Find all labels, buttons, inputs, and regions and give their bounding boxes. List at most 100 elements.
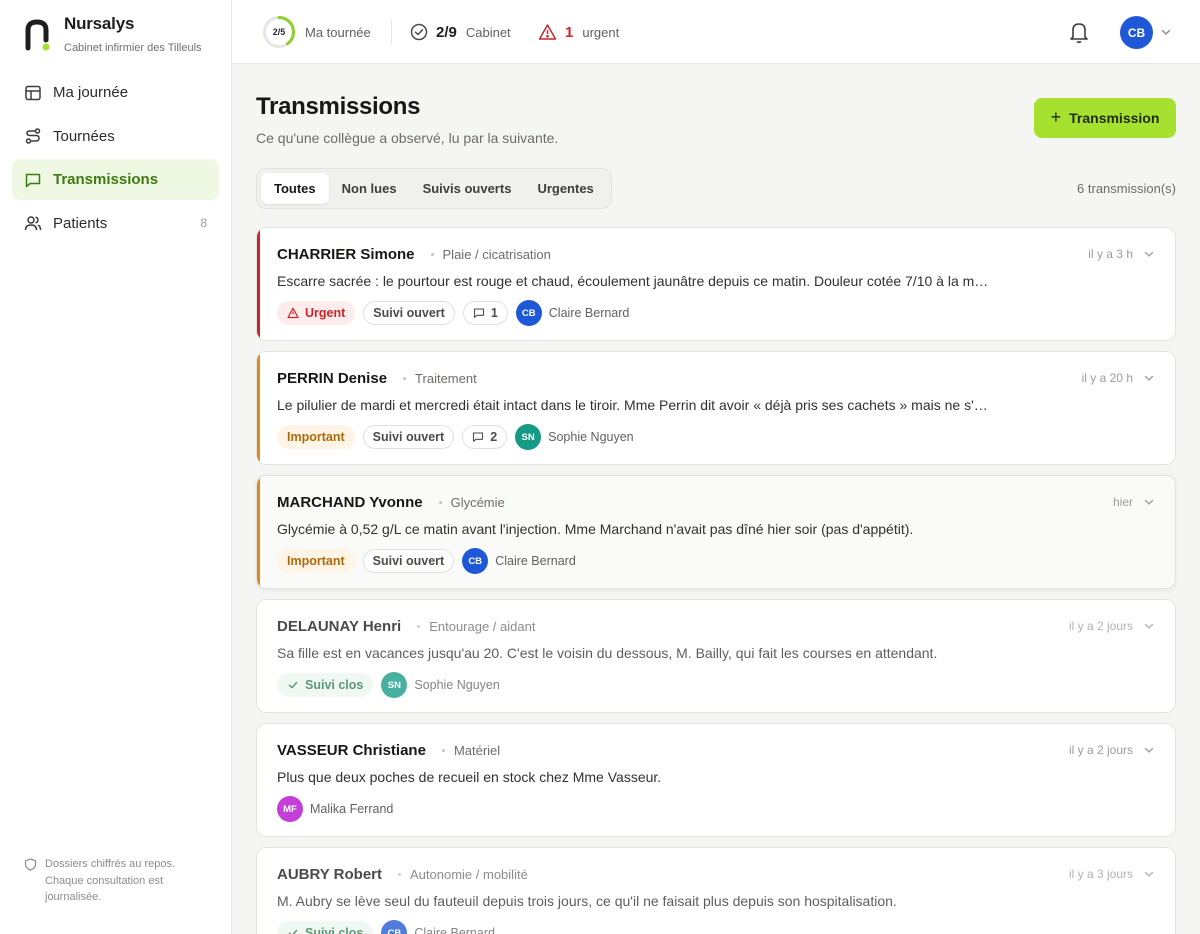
card-header: VASSEUR Christiane Matériel il y a 2 jours	[277, 740, 1155, 760]
author-name: Claire Bernard	[495, 554, 576, 568]
comments-button[interactable]: 2	[462, 425, 508, 449]
timestamp: il y a 3 jours	[1068, 867, 1133, 881]
notifications-button[interactable]	[1068, 20, 1094, 44]
category: Entourage / aidant	[429, 618, 536, 634]
user-avatar[interactable]: CB	[1120, 16, 1153, 49]
sidebar-item-label: Ma journée	[53, 84, 129, 101]
tab-non-lues[interactable]: Non lues	[329, 173, 410, 204]
author-name: Sophie Nguyen	[414, 678, 500, 692]
sidebar-item-patients[interactable]: Patients 8	[12, 203, 219, 244]
follow-label: Suivi ouvert	[372, 430, 445, 444]
topbar: 2/5 Ma tournée 2/9 Cabinet 1 urgent CB	[232, 0, 1200, 64]
comments-count: 2	[490, 430, 498, 444]
transmission-count: 6 transmission(s)	[1077, 181, 1176, 196]
check-circle-icon	[410, 23, 428, 41]
priority-label: Urgent	[305, 306, 346, 320]
follow-badge: Suivi ouvert	[363, 301, 455, 325]
transmission-card[interactable]: DELAUNAY Henri Entourage / aidant il y a 2…	[256, 599, 1176, 713]
follow-badge: Suivi clos	[277, 673, 374, 697]
add-transmission-label: Transmission	[1069, 110, 1160, 126]
message-icon	[25, 173, 41, 187]
chevron-down-icon[interactable]	[1143, 496, 1155, 508]
urgent-count: 1	[565, 23, 574, 41]
sidebar-item-tournees[interactable]: Tournées	[12, 116, 219, 157]
chevron-down-icon[interactable]	[1143, 248, 1155, 260]
separator-dot	[438, 500, 442, 504]
timestamp: il y a 2 jours	[1068, 743, 1133, 757]
users-icon	[24, 216, 42, 231]
tab-toutes[interactable]: Toutes	[261, 173, 329, 204]
check-icon	[288, 929, 298, 934]
brand-name: Nursalys	[64, 14, 135, 33]
route-icon	[25, 128, 41, 144]
patients-count: 8	[200, 216, 207, 230]
author-name: Sophie Nguyen	[548, 430, 634, 444]
layout-icon	[25, 85, 41, 100]
urgent-indicator[interactable]: 1 urgent	[538, 0, 619, 64]
chevron-down-icon[interactable]	[1143, 868, 1155, 880]
card-header: CHARRIER Simone Plaie / cicatrisation il y…	[277, 244, 1155, 264]
transmission-card[interactable]: VASSEUR Christiane Matériel il y a 2 jours…	[256, 723, 1176, 837]
plus-icon: +	[1050, 106, 1062, 127]
priority-stripe	[257, 476, 260, 588]
card-meta: Important Suivi ouvert CB Claire Bernard	[277, 548, 576, 574]
chevron-down-icon[interactable]	[1143, 372, 1155, 384]
separator-dot	[398, 872, 402, 876]
transmission-card[interactable]: PERRIN Denise Traitement il y a 20 h Le pil…	[256, 351, 1176, 465]
follow-badge: Suivi ouvert	[362, 549, 455, 573]
transmission-card[interactable]: CHARRIER Simone Plaie / cicatrisation il y…	[256, 227, 1176, 341]
tour-progress[interactable]: 2/5 Ma tournée	[262, 0, 371, 64]
urgent-label: urgent	[582, 24, 620, 40]
transmission-text: Sa fille est en vacances jusqu'au 20. C'…	[277, 645, 938, 661]
follow-badge: Suivi ouvert	[362, 425, 455, 449]
shield-icon	[24, 858, 37, 871]
page-subtitle: Ce qu'une collègue a observé, lu par la …	[256, 130, 559, 146]
card-header: PERRIN Denise Traitement il y a 20 h	[277, 368, 1155, 388]
author-avatar: SN	[381, 672, 408, 698]
category: Matériel	[453, 742, 501, 758]
tab-suivis-ouverts[interactable]: Suivis ouverts	[410, 173, 525, 204]
add-transmission-button[interactable]: + Transmission	[1034, 98, 1176, 138]
transmission-card[interactable]: MARCHAND Yvonne Glycémie hier Glycémie à 0,…	[256, 475, 1176, 589]
card-meta: Important Suivi ouvert 2 SN Sophie Nguyen	[277, 424, 634, 450]
sidebar-item-label: Transmissions	[53, 171, 159, 188]
patient-name: MARCHAND Yvonne	[277, 493, 423, 511]
cabinet-label: Cabinet	[465, 24, 511, 40]
chevron-down-icon[interactable]	[1143, 620, 1155, 632]
comments-button[interactable]: 1	[462, 301, 508, 325]
patient-name: AUBRY Robert	[277, 865, 383, 883]
transmission-text: Glycémie à 0,52 g/L ce matin avant l'inj…	[277, 521, 914, 537]
sidebar-item-transmissions[interactable]: Transmissions	[12, 159, 219, 200]
main-content: Transmissions Ce qu'une collègue a obser…	[232, 64, 1200, 934]
category: Plaie / cicatrisation	[442, 246, 551, 262]
cabinet-progress[interactable]: 2/9 Cabinet	[410, 0, 511, 64]
author-name: Malika Ferrand	[310, 802, 394, 816]
topbar-divider	[391, 20, 392, 44]
category: Glycémie	[450, 494, 505, 510]
bell-icon	[1070, 23, 1088, 44]
transmission-text: Plus que deux poches de recueil en stock…	[277, 769, 662, 785]
page-title: Transmissions	[256, 93, 421, 120]
check-icon	[288, 681, 298, 689]
category: Traitement	[415, 370, 477, 386]
follow-label: Suivi clos	[305, 678, 364, 692]
card-header: DELAUNAY Henri Entourage / aidant il y a 2…	[277, 616, 1155, 636]
priority-label: Important	[287, 554, 345, 568]
patient-name: PERRIN Denise	[277, 369, 388, 387]
follow-label: Suivi ouvert	[373, 306, 445, 320]
tab-urgentes[interactable]: Urgentes	[524, 173, 606, 204]
sidebar-nav: Ma journée Tournées Transmissions Patien…	[12, 72, 219, 246]
brand[interactable]: Nursalys Cabinet infirmier des Tilleuls	[24, 14, 210, 54]
timestamp: il y a 2 jours	[1068, 619, 1133, 633]
patient-name: CHARRIER Simone	[277, 245, 415, 263]
card-meta: MF Malika Ferrand	[277, 796, 393, 822]
chevron-down-icon[interactable]	[1143, 744, 1155, 756]
priority-label: Important	[287, 430, 345, 444]
transmission-text: Le pilulier de mardi et mercredi était i…	[277, 397, 995, 413]
security-note-text: Dossiers chiffrés au repos. Chaque consu…	[45, 858, 176, 903]
chevron-down-icon[interactable]	[1160, 26, 1172, 38]
transmission-card[interactable]: AUBRY Robert Autonomie / mobilité il y a 3…	[256, 847, 1176, 934]
transmission-text: Escarre sacrée : le pourtour est rouge e…	[277, 273, 995, 289]
sidebar-item-ma-journee[interactable]: Ma journée	[12, 72, 219, 113]
author-avatar: CB	[381, 920, 408, 934]
